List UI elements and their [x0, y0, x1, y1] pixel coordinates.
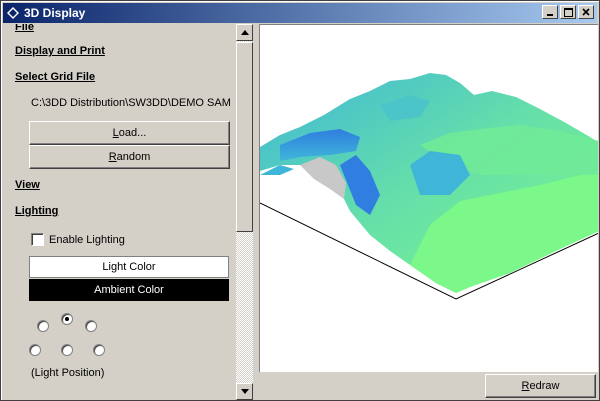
title-bar[interactable]: 3D Display: [3, 3, 597, 23]
arrow-up-icon: [240, 30, 249, 35]
menu-section-display-print[interactable]: Display and Print: [15, 45, 105, 57]
light-position-top-right-radio[interactable]: [85, 320, 97, 332]
scroll-up-button[interactable]: [236, 24, 253, 41]
enable-lighting-label: Enable Lighting: [49, 233, 125, 246]
diamond-app-icon[interactable]: [6, 6, 20, 20]
enable-lighting-checkbox[interactable]: [31, 233, 44, 246]
scroll-down-button[interactable]: [236, 383, 253, 400]
load-button[interactable]: Load...: [29, 121, 230, 145]
app-window: 3D Display File Display and Print Select…: [0, 0, 600, 401]
grid-file-path: C:\3DD Distribution\SW3DD\DEMO SAM: [31, 97, 231, 109]
panel-scrollbar[interactable]: [236, 24, 253, 400]
maximize-icon: [563, 7, 573, 17]
light-position-bottom-center-radio[interactable]: [61, 344, 73, 356]
light-position-label: (Light Position): [31, 367, 105, 379]
3d-render-viewport[interactable]: [259, 24, 598, 372]
close-button[interactable]: [578, 5, 594, 19]
arrow-down-icon: [240, 389, 249, 394]
terrain-surface-render: [260, 73, 598, 300]
light-color-button[interactable]: Light Color: [29, 256, 229, 278]
maximize-button[interactable]: [560, 5, 576, 19]
menu-section-file[interactable]: File: [15, 24, 34, 33]
scroll-thumb[interactable]: [236, 42, 253, 232]
control-panel: File Display and Print Select Grid File …: [3, 24, 236, 400]
minimize-button[interactable]: [542, 5, 558, 19]
menu-section-lighting[interactable]: Lighting: [15, 205, 58, 217]
light-position-bottom-left-radio[interactable]: [29, 344, 41, 356]
bottom-toolbar: Redraw: [259, 373, 598, 400]
random-button[interactable]: Random: [29, 145, 230, 169]
window-title: 3D Display: [24, 6, 86, 20]
light-position-top-left-radio[interactable]: [37, 320, 49, 332]
enable-lighting-row[interactable]: Enable Lighting: [31, 233, 125, 246]
ambient-color-button[interactable]: Ambient Color: [29, 279, 229, 301]
light-position-bottom-right-radio[interactable]: [93, 344, 105, 356]
redraw-button[interactable]: Redraw: [485, 374, 596, 398]
minimize-icon: [547, 14, 553, 16]
menu-section-view[interactable]: View: [15, 179, 40, 191]
close-icon: [582, 8, 590, 16]
menu-section-select-grid[interactable]: Select Grid File: [15, 71, 95, 83]
light-position-top-center-radio[interactable]: [61, 313, 73, 325]
